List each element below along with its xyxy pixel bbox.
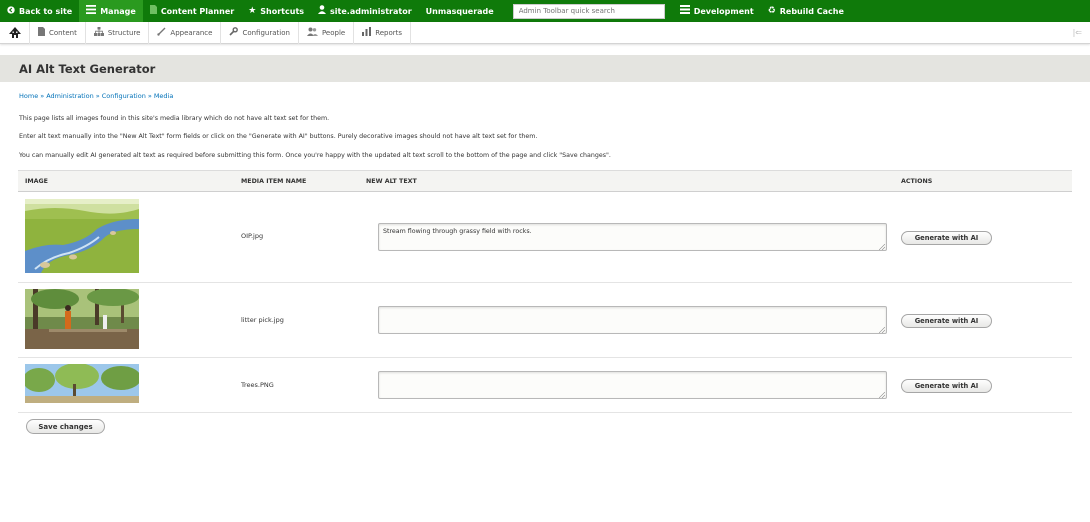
column-header-alt-text: NEW ALT TEXT [366, 178, 417, 185]
admin-tray: Content Structure Appearance Configurati… [0, 21, 1090, 44]
table-row: OIP.jpg Stream flowing through grassy fi… [18, 192, 1072, 283]
media-item-name: OIP.jpg [241, 232, 264, 240]
generate-with-ai-button[interactable]: Generate with AI [901, 231, 992, 245]
generate-with-ai-button[interactable]: Generate with AI [901, 314, 992, 328]
breadcrumb: Home» Administration» Configuration» Media [19, 92, 173, 100]
sitemap-icon [93, 27, 104, 38]
admin-toolbar-search-input[interactable] [512, 3, 665, 19]
user-tab[interactable]: site.administrator [311, 0, 419, 22]
table-row: Trees.PNG Generate with AI [18, 358, 1072, 413]
development-label: Development [693, 6, 754, 16]
hamburger-menu-icon [86, 5, 97, 17]
tray-item-reports[interactable]: Reports [354, 21, 412, 44]
shortcuts-tab[interactable]: ★ Shortcuts [241, 0, 311, 22]
tray-orientation-toggle-icon[interactable]: |⇐ [1073, 28, 1082, 37]
intro-paragraph: This page lists all images found in this… [19, 115, 330, 122]
page-header: AI Alt Text Generator [0, 55, 1090, 82]
new-alt-text-field[interactable]: Stream flowing through grassy field with… [378, 223, 887, 251]
trees-thumbnail-image [25, 364, 139, 403]
litter-pick-thumbnail-image [25, 289, 139, 349]
breadcrumb-separator: » [95, 92, 100, 100]
development-tab[interactable]: Development [673, 0, 761, 22]
breadcrumb-administration[interactable]: Administration [46, 92, 94, 100]
generate-with-ai-button[interactable]: Generate with AI [901, 379, 992, 393]
edit-note-paragraph: You can manually edit AI generated alt t… [19, 152, 611, 159]
page-title: AI Alt Text Generator [19, 62, 156, 76]
tray-item-content[interactable]: Content [30, 21, 86, 44]
resize-grip-icon[interactable] [879, 244, 885, 250]
bar-chart-icon [362, 27, 372, 38]
tray-item-label: Content [49, 28, 77, 37]
media-item-name: Trees.PNG [241, 381, 274, 389]
user-label: site.administrator [330, 6, 412, 16]
shortcuts-label: Shortcuts [260, 6, 305, 16]
breadcrumb-media[interactable]: Media [154, 92, 174, 100]
recycle-icon: ♻ [767, 5, 776, 16]
people-icon [306, 27, 318, 38]
column-header-actions: ACTIONS [901, 178, 933, 185]
back-to-site-link[interactable]: Back to site [0, 0, 79, 22]
resize-grip-icon[interactable] [879, 392, 885, 398]
tray-item-label: People [321, 28, 346, 37]
rebuild-cache-link[interactable]: ♻ Rebuild Cache [761, 0, 851, 22]
tray-item-configuration[interactable]: Configuration [221, 21, 299, 44]
tray-item-label: Configuration [242, 28, 290, 37]
content-document-icon [38, 27, 45, 38]
save-changes-button[interactable]: Save changes [26, 419, 105, 434]
rebuild-cache-label: Rebuild Cache [779, 6, 844, 16]
document-icon [149, 5, 157, 17]
content-planner-tab[interactable]: Content Planner [143, 0, 241, 22]
media-item-name: litter pick.jpg [241, 316, 284, 324]
back-arrow-icon [7, 5, 15, 17]
user-icon [318, 5, 327, 17]
content-planner-label: Content Planner [160, 6, 235, 16]
alt-text-table: IMAGE MEDIA ITEM NAME NEW ALT TEXT ACTIO… [18, 170, 1072, 413]
star-icon: ★ [248, 5, 257, 16]
back-to-site-label: Back to site [19, 6, 73, 16]
development-menu-icon [679, 5, 690, 17]
admin-toolbar: Back to site Manage Content Planner ★ Sh… [0, 0, 1090, 22]
manage-tab[interactable]: Manage [79, 0, 143, 22]
manage-label: Manage [100, 6, 136, 16]
instructions-paragraph: Enter alt text manually into the "New Al… [19, 133, 538, 140]
paintbrush-icon [157, 27, 166, 38]
tray-item-label: Reports [375, 28, 403, 37]
resize-grip-icon[interactable] [879, 327, 885, 333]
tray-item-appearance[interactable]: Appearance [149, 21, 222, 44]
stream-thumbnail-image [25, 199, 139, 273]
tray-item-label: Structure [107, 28, 141, 37]
table-row: litter pick.jpg Generate with AI [18, 283, 1072, 358]
wrench-icon [229, 27, 239, 38]
column-header-image: IMAGE [25, 178, 48, 185]
tray-item-structure[interactable]: Structure [86, 21, 150, 44]
new-alt-text-field[interactable] [378, 371, 887, 399]
drupal-logo-icon[interactable] [0, 21, 30, 44]
unmasquerade-label: Unmasquerade [425, 6, 494, 16]
unmasquerade-link[interactable]: Unmasquerade [419, 0, 501, 22]
tray-item-people[interactable]: People [299, 21, 355, 44]
column-header-media-name: MEDIA ITEM NAME [241, 178, 307, 185]
new-alt-text-field[interactable] [378, 306, 887, 334]
table-header: IMAGE MEDIA ITEM NAME NEW ALT TEXT ACTIO… [18, 170, 1072, 192]
tray-item-label: Appearance [170, 28, 213, 37]
breadcrumb-separator: » [147, 92, 152, 100]
breadcrumb-home[interactable]: Home [19, 92, 38, 100]
breadcrumb-separator: » [40, 92, 45, 100]
breadcrumb-configuration[interactable]: Configuration [102, 92, 146, 100]
